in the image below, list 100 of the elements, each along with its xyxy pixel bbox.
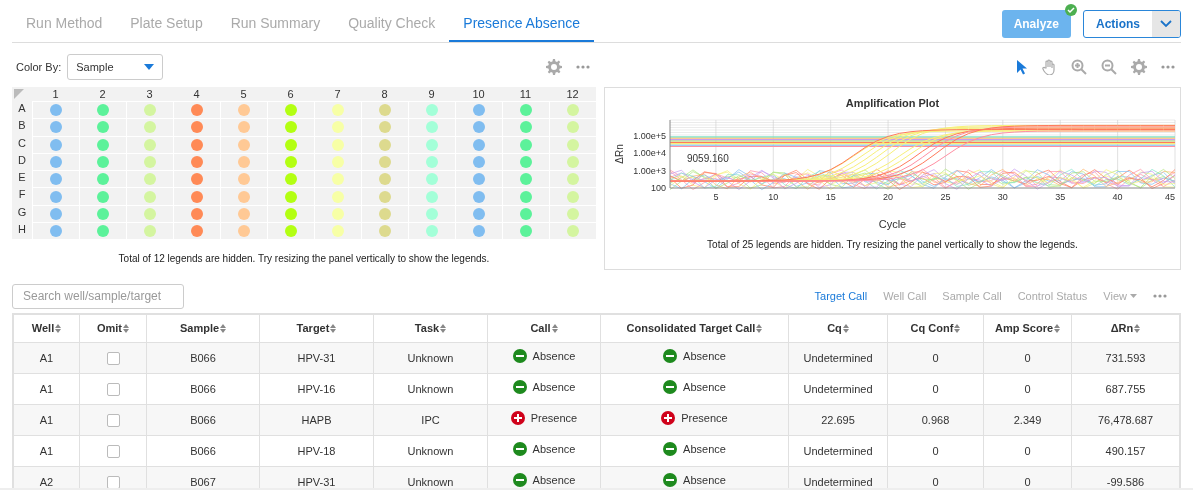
column-header[interactable]: Cq <box>827 320 849 337</box>
settings-icon[interactable] <box>1131 59 1147 75</box>
row-header: G <box>16 204 28 220</box>
column-header: 4 <box>192 87 201 101</box>
omit-checkbox[interactable] <box>106 414 120 428</box>
x-tick-label: 30 <box>997 191 1008 202</box>
y-axis <box>669 119 671 188</box>
table-cell: 0 <box>932 475 939 488</box>
more-icon[interactable] <box>576 65 590 69</box>
sort-icon <box>55 324 62 333</box>
sort-icon <box>842 324 849 333</box>
table-cell: HPV-18 <box>297 444 336 457</box>
x-tick-label: 20 <box>883 191 894 202</box>
call-indicator: Absence <box>663 441 726 458</box>
call-indicator: Absence <box>512 348 576 365</box>
threshold-label: 9059.160 <box>687 152 729 164</box>
column-header: 10 <box>471 87 486 101</box>
caret-icon <box>1160 20 1172 28</box>
column-header: 3 <box>145 87 154 101</box>
row-header: C <box>17 135 27 151</box>
table-cell: 731.593 <box>1105 351 1146 364</box>
row-header: E <box>17 170 27 186</box>
y-tick-label: 100 <box>650 182 666 193</box>
zoom-in-icon[interactable] <box>1071 59 1087 75</box>
table-cell: IPC <box>421 413 440 426</box>
plot-title: Amplification Plot <box>845 96 940 111</box>
table-cell: Undetermined <box>803 475 873 488</box>
corner-icon <box>14 89 24 99</box>
call-indicator: Absence <box>512 441 576 458</box>
column-header[interactable]: ΔRn <box>1110 320 1141 337</box>
sort-icon <box>551 324 558 333</box>
table-cell: 490.157 <box>1105 444 1146 457</box>
column-header: 1 <box>51 87 60 101</box>
row-header: B <box>17 118 27 134</box>
table-cell: HPV-31 <box>297 351 336 364</box>
table-cell: Unknown <box>407 382 454 395</box>
row-header: A <box>17 101 27 116</box>
table-cell: HPV-31 <box>297 475 336 488</box>
table-cell: 0 <box>1024 382 1031 395</box>
sort-icon <box>220 324 227 333</box>
settings-icon[interactable] <box>546 59 562 75</box>
sort-icon <box>330 324 337 333</box>
x-tick-label: 45 <box>1165 191 1175 202</box>
y-tick-label: 1.00e+5 <box>633 130 666 141</box>
table-cell: A1 <box>39 444 54 457</box>
x-axis-label: Cycle <box>878 216 907 232</box>
actions-button[interactable]: Actions <box>1083 10 1181 38</box>
call-indicator: Absence <box>663 472 726 489</box>
table-cell: 76,478.687 <box>1097 413 1154 426</box>
y-tick-label: 1.00e+4 <box>633 147 666 158</box>
sort-icon <box>123 324 130 333</box>
view-tab[interactable]: Target Call <box>814 287 868 305</box>
table-cell: 0 <box>1024 351 1031 364</box>
column-header[interactable]: Task <box>414 320 447 337</box>
pointer-icon[interactable] <box>1016 59 1028 75</box>
table-cell: -99.586 <box>1106 475 1145 488</box>
table-cell: 0 <box>932 382 939 395</box>
column-header[interactable]: Call <box>530 320 558 337</box>
hand-icon[interactable] <box>1042 59 1057 75</box>
column-header: 8 <box>380 87 389 101</box>
table-cell: HAPB <box>301 413 332 426</box>
table-cell: 0 <box>932 444 939 457</box>
column-header: 6 <box>286 87 295 101</box>
caret-icon <box>144 64 155 70</box>
table-cell: B066 <box>190 413 216 426</box>
table-cell: B066 <box>190 382 216 395</box>
more-icon[interactable] <box>1153 294 1167 298</box>
column-header: 5 <box>239 87 248 101</box>
x-tick-label: 35 <box>1055 191 1066 202</box>
call-indicator: Absence <box>663 348 726 365</box>
color-by-dropdown[interactable]: Sample <box>67 54 164 80</box>
y-tick-label: 1.00e+3 <box>633 165 666 176</box>
sort-icon <box>954 324 961 333</box>
table-cell: Undetermined <box>803 382 873 395</box>
call-indicator: Presence <box>661 410 728 427</box>
table-cell: A1 <box>39 351 54 364</box>
more-icon[interactable] <box>1161 65 1175 69</box>
x-tick-label: 15 <box>825 191 836 202</box>
x-tick-label: 40 <box>1112 191 1123 202</box>
caret-icon <box>1130 294 1137 298</box>
omit-checkbox[interactable] <box>106 383 120 397</box>
call-indicator: Presence <box>510 410 578 427</box>
tab[interactable]: Presence Absence <box>449 13 595 42</box>
table-cell: A1 <box>39 413 54 426</box>
call-indicator: Absence <box>663 379 726 396</box>
legend-note: Total of 25 legends are hidden. Try resizing the panel vertically to show the legends. <box>707 238 1078 252</box>
call-indicator: Absence <box>512 472 576 489</box>
table-cell: B067 <box>190 475 216 488</box>
search-field[interactable]: Search well/sample/target <box>12 283 184 309</box>
zoom-out-icon[interactable] <box>1101 59 1117 75</box>
table-cell: Unknown <box>407 475 454 488</box>
x-tick-label: 25 <box>940 191 951 202</box>
actions-label[interactable]: Actions <box>1084 11 1152 37</box>
omit-checkbox[interactable] <box>106 352 120 366</box>
table-cell: A2 <box>39 475 54 488</box>
column-header: 9 <box>427 87 436 101</box>
row-header: F <box>17 187 27 203</box>
row-header: H <box>17 222 27 238</box>
omit-checkbox[interactable] <box>106 445 120 459</box>
table-cell: HPV-16 <box>297 382 336 395</box>
